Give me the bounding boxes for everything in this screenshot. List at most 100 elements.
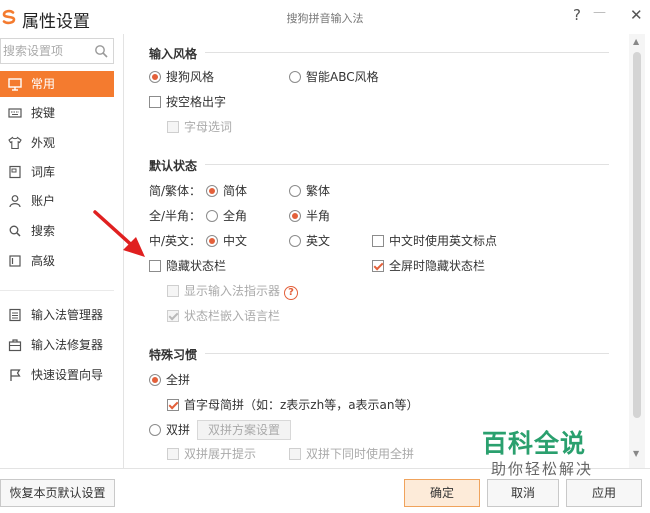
checkbox[interactable] bbox=[167, 285, 179, 297]
checkbox-embed-lang-bar[interactable]: 状态栏嵌入语言栏 bbox=[167, 307, 280, 324]
section-title-default-state: 默认状态 bbox=[149, 159, 198, 173]
checkbox-label: 双拼展开提示 bbox=[184, 447, 257, 461]
checkbox[interactable] bbox=[289, 448, 301, 460]
sidebar-item-label: 高级 bbox=[31, 254, 56, 268]
radio-button[interactable] bbox=[206, 185, 218, 197]
help-button[interactable]: ? bbox=[573, 6, 581, 24]
sidebar-item-label: 外观 bbox=[31, 136, 56, 150]
section-divider bbox=[205, 353, 609, 354]
settings-search-input[interactable] bbox=[1, 39, 93, 63]
radio-label: 智能ABC风格 bbox=[306, 70, 379, 84]
radio-button[interactable] bbox=[149, 71, 161, 83]
checkbox[interactable] bbox=[372, 235, 384, 247]
checkbox-label: 首字母简拼（如：z表示zh等，a表示an等） bbox=[184, 398, 419, 412]
checkbox-label: 双拼下同时使用全拼 bbox=[306, 447, 415, 461]
scroll-up-icon[interactable]: ▲ bbox=[633, 37, 639, 46]
window-icon bbox=[9, 255, 21, 267]
section-title-habits: 特殊习惯 bbox=[149, 348, 198, 362]
sidebar-item-general[interactable]: 常用 bbox=[0, 71, 114, 97]
checkbox[interactable] bbox=[167, 310, 179, 322]
radio-label: 英文 bbox=[306, 234, 331, 248]
checkbox-double-expand[interactable]: 双拼展开提示 bbox=[167, 445, 256, 462]
radio-button[interactable] bbox=[289, 235, 301, 247]
radio-sogou-style[interactable]: 搜狗风格 bbox=[149, 68, 214, 85]
ok-button[interactable]: 确定 bbox=[404, 479, 480, 507]
monitor-icon bbox=[8, 78, 22, 91]
sidebar-item-label: 快速设置向导 bbox=[31, 368, 104, 382]
restore-defaults-button[interactable]: 恢复本页默认设置 bbox=[0, 479, 115, 507]
radio-label: 全拼 bbox=[166, 373, 191, 387]
section-divider bbox=[205, 52, 609, 53]
section-divider bbox=[205, 164, 609, 165]
sidebar-item-search[interactable]: 搜索 bbox=[0, 218, 114, 244]
checkbox-label: 字母选词 bbox=[184, 120, 233, 134]
width-label: 全/半角： bbox=[149, 209, 202, 223]
checkbox[interactable] bbox=[167, 448, 179, 460]
radio-full-width[interactable]: 全角 bbox=[206, 207, 247, 224]
radio-button[interactable] bbox=[289, 71, 301, 83]
checkbox-initial-abbreviation[interactable]: 首字母简拼（如：z表示zh等，a表示an等） bbox=[167, 396, 419, 413]
radio-half-width[interactable]: 半角 bbox=[289, 207, 330, 224]
settings-panel: 输入风格 搜狗风格 智能ABC风格 按空格出字 字母选词 默认状态 简/繁体： … bbox=[125, 34, 629, 468]
close-button[interactable]: ✕ bbox=[630, 6, 643, 24]
help-circle-icon[interactable]: ? bbox=[284, 286, 299, 300]
checkbox-hide-on-fullscreen[interactable]: 全屏时隐藏状态栏 bbox=[372, 257, 485, 274]
sidebar-item-label: 词库 bbox=[31, 165, 56, 179]
watermark-title: 百科全说 bbox=[482, 429, 587, 458]
sidebar-item-lexicon[interactable]: 词库 bbox=[0, 159, 114, 185]
minimize-button[interactable]: — bbox=[593, 5, 606, 20]
double-scheme-settings-button[interactable]: 双拼方案设置 bbox=[197, 420, 292, 440]
radio-simplified[interactable]: 简体 bbox=[206, 182, 247, 199]
sidebar-item-account[interactable]: 账户 bbox=[0, 188, 114, 214]
radio-button[interactable] bbox=[206, 210, 218, 222]
radio-label: 半角 bbox=[306, 209, 331, 223]
radio-label: 双拼 bbox=[166, 423, 191, 437]
checkbox-double-with-full[interactable]: 双拼下同时使用全拼 bbox=[289, 445, 414, 462]
toolbox-icon bbox=[8, 339, 22, 352]
checkbox[interactable] bbox=[167, 399, 179, 411]
checkbox-label: 中文时使用英文标点 bbox=[389, 234, 498, 248]
radio-button[interactable] bbox=[289, 185, 301, 197]
vertical-scrollbar[interactable]: ▲ ▼ bbox=[629, 34, 645, 468]
checkbox[interactable] bbox=[372, 260, 384, 272]
radio-chinese[interactable]: 中文 bbox=[206, 232, 247, 249]
shirt-icon bbox=[8, 136, 22, 150]
radio-abc-style[interactable]: 智能ABC风格 bbox=[289, 68, 379, 85]
sidebar-item-label: 输入法管理器 bbox=[31, 308, 104, 322]
checkbox[interactable] bbox=[149, 96, 161, 108]
cancel-button[interactable]: 取消 bbox=[487, 479, 559, 507]
sidebar-item-keys[interactable]: 按键 bbox=[0, 100, 114, 126]
sidebar-item-label: 搜索 bbox=[31, 224, 56, 238]
settings-search-box[interactable] bbox=[0, 38, 114, 64]
sidebar-item-ime-repair[interactable]: 输入法修复器 bbox=[0, 332, 114, 358]
sidebar-item-label: 按键 bbox=[31, 106, 56, 120]
checkbox-show-indicator[interactable]: 显示输入法指示器? bbox=[167, 282, 299, 300]
radio-button[interactable] bbox=[289, 210, 301, 222]
checkbox-letter-select[interactable]: 字母选词 bbox=[167, 118, 232, 135]
radio-button[interactable] bbox=[149, 424, 161, 436]
radio-button[interactable] bbox=[149, 374, 161, 386]
radio-traditional[interactable]: 繁体 bbox=[289, 182, 330, 199]
radio-double-pinyin[interactable]: 双拼 双拼方案设置 bbox=[149, 420, 292, 440]
checkbox-hide-status-bar[interactable]: 隐藏状态栏 bbox=[149, 257, 226, 274]
list-icon bbox=[9, 308, 21, 322]
apply-button[interactable]: 应用 bbox=[566, 479, 642, 507]
sidebar-item-appearance[interactable]: 外观 bbox=[0, 130, 114, 156]
checkbox[interactable] bbox=[149, 260, 161, 272]
search-icon bbox=[9, 225, 21, 237]
scroll-down-icon[interactable]: ▼ bbox=[633, 449, 639, 458]
sidebar-item-quick-wizard[interactable]: 快速设置向导 bbox=[0, 362, 114, 388]
radio-button[interactable] bbox=[206, 235, 218, 247]
checkbox-label: 全屏时隐藏状态栏 bbox=[389, 259, 486, 273]
checkbox[interactable] bbox=[167, 121, 179, 133]
checkbox-space-output[interactable]: 按空格出字 bbox=[149, 93, 226, 110]
section-title-input-style: 输入风格 bbox=[149, 47, 198, 61]
search-icon[interactable] bbox=[94, 44, 108, 58]
radio-english[interactable]: 英文 bbox=[289, 232, 330, 249]
scroll-thumb[interactable] bbox=[633, 52, 641, 418]
lang-label: 中/英文： bbox=[149, 234, 202, 248]
radio-full-pinyin[interactable]: 全拼 bbox=[149, 371, 190, 388]
sidebar-item-ime-manager[interactable]: 输入法管理器 bbox=[0, 302, 114, 328]
checkbox-english-punctuation[interactable]: 中文时使用英文标点 bbox=[372, 232, 497, 249]
sidebar-item-advanced[interactable]: 高级 bbox=[0, 248, 114, 274]
